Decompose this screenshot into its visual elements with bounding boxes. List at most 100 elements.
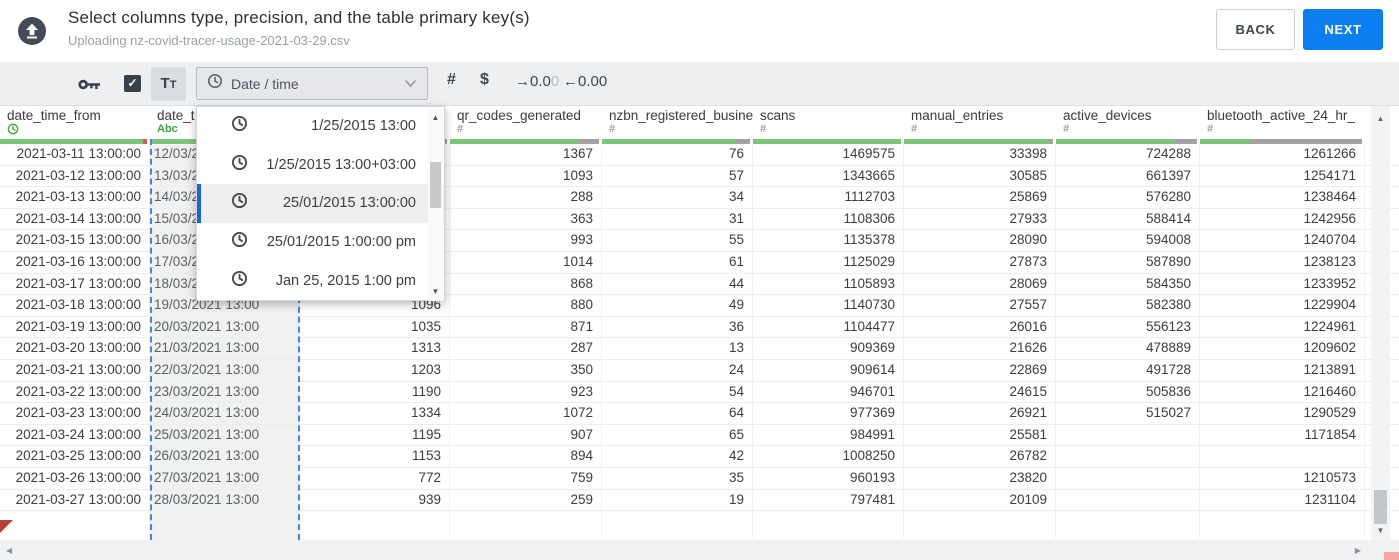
- table-cell: 24: [602, 359, 753, 381]
- table-cell: 25581: [904, 424, 1056, 446]
- table-cell: 2021-03-27 13:00:00: [0, 489, 150, 511]
- table-cell: 1238464: [1200, 187, 1365, 208]
- table-cell: 960193: [753, 467, 904, 489]
- table-row: 2021-03-25 13:00:00 26/03/2021 13:00 1153 8…: [0, 446, 1399, 468]
- table-cell: 1190: [300, 381, 450, 403]
- table-cell: 54: [602, 381, 753, 403]
- table-cell: 984991: [753, 424, 904, 446]
- boolean-type-checkbox[interactable]: ✓: [124, 75, 141, 92]
- table-cell: 923: [450, 381, 602, 403]
- table-cell: [1200, 446, 1365, 467]
- table-cell: 939: [300, 489, 450, 511]
- table-cell: 1140730: [753, 295, 904, 316]
- table-cell: 1108306: [753, 208, 904, 230]
- column-header-qr_codes_generated[interactable]: qr_codes_generated #: [450, 106, 602, 139]
- table-cell: 61: [602, 251, 753, 273]
- table-cell: 909369: [753, 338, 904, 359]
- table-cell: 2021-03-14 13:00:00: [0, 208, 150, 230]
- column-header-nzbn_registered_busine[interactable]: nzbn_registered_busine #: [602, 106, 753, 139]
- table-cell: 30585: [904, 165, 1056, 187]
- table-cell: 594008: [1056, 230, 1200, 251]
- text-type-button[interactable]: TT: [151, 67, 186, 101]
- table-cell: 1093: [450, 165, 602, 187]
- table-cell: [1056, 424, 1200, 446]
- table-cell: 34: [602, 187, 753, 208]
- table-cell: 1213891: [1200, 359, 1365, 381]
- column-header-manual_entries[interactable]: manual_entries #: [904, 106, 1056, 139]
- option-label: 1/25/2015 13:00: [311, 118, 416, 135]
- table-cell: 363: [450, 208, 602, 230]
- horizontal-scrollbar[interactable]: ◀ ▶: [0, 540, 1399, 560]
- datetime-format-option-selected[interactable]: 25/01/2015 13:00:00: [197, 184, 444, 223]
- upload-icon: [17, 16, 47, 46]
- decrease-decimals-label: 0.00: [578, 73, 608, 90]
- currency-type-button[interactable]: $: [480, 71, 489, 89]
- column-name: nzbn_registered_busine: [609, 108, 753, 123]
- empty-cell: [0, 511, 150, 539]
- scroll-right-icon[interactable]: ▶: [1355, 546, 1361, 555]
- table-cell: 49: [602, 295, 753, 316]
- table-cell: 1209602: [1200, 338, 1365, 359]
- empty-cell: [1056, 511, 1200, 539]
- table-cell: 350: [450, 359, 602, 381]
- primary-key-icon[interactable]: [78, 78, 100, 96]
- menu-scroll-up-icon[interactable]: ▲: [428, 113, 443, 122]
- vertical-scrollbar-thumb[interactable]: [1374, 490, 1387, 524]
- table-cell: 21626: [904, 338, 1056, 359]
- corner-marker: [0, 520, 13, 533]
- scroll-left-icon[interactable]: ◀: [6, 546, 12, 555]
- clock-icon: [231, 270, 248, 292]
- table-cell: 26016: [904, 316, 1056, 338]
- datetime-format-option[interactable]: 1/25/2015 13:00+03:00: [197, 146, 444, 185]
- table-cell: 2021-03-15 13:00:00: [0, 230, 150, 251]
- table-cell: 25869: [904, 187, 1056, 208]
- table-row: 2021-03-21 13:00:00 22/03/2021 13:00 1203 3…: [0, 359, 1399, 382]
- table-cell: 1104477: [753, 316, 904, 338]
- table-row: 2021-03-19 13:00:00 20/03/2021 13:00 1035 8…: [0, 316, 1399, 339]
- table-cell: 22869: [904, 359, 1056, 381]
- table-cell: 28069: [904, 273, 1056, 295]
- table-cell: 24615: [904, 381, 1056, 403]
- datetime-format-option[interactable]: 1/25/2015 13:00: [197, 107, 444, 146]
- column-header-scans[interactable]: scans #: [753, 106, 904, 139]
- table-cell: 1313: [300, 338, 450, 359]
- datetime-format-select[interactable]: Date / time: [196, 67, 428, 100]
- menu-scroll-down-icon[interactable]: ▼: [428, 287, 443, 296]
- scroll-up-icon[interactable]: ▲: [1371, 114, 1390, 123]
- column-name: qr_codes_generated: [457, 108, 581, 123]
- selected-option-accent-bar: [197, 184, 201, 223]
- menu-scrollbar-thumb[interactable]: [430, 162, 441, 208]
- table-cell: 64: [602, 403, 753, 424]
- column-type-label: #: [1063, 123, 1070, 135]
- datetime-select-value: Date / time: [231, 75, 299, 92]
- increase-decimals-button[interactable]: →0.00: [515, 73, 559, 90]
- table-cell: 1112703: [753, 187, 904, 208]
- clock-icon: [231, 231, 248, 253]
- scroll-down-icon[interactable]: ▼: [1371, 526, 1390, 535]
- back-button[interactable]: BACK: [1216, 9, 1295, 50]
- menu-scrollbar[interactable]: ▲ ▼: [428, 108, 443, 301]
- column-header-date_time_from[interactable]: date_time_from: [0, 106, 150, 139]
- datetime-format-option[interactable]: Jan 25, 2015 1:00 pm: [197, 261, 444, 300]
- column-header-active_devices[interactable]: active_devices #: [1056, 106, 1200, 139]
- table-cell: 35: [602, 467, 753, 489]
- data-preview-table: date_time_from date_t Abc qr_codes_generate…: [0, 106, 1399, 560]
- next-button[interactable]: NEXT: [1303, 9, 1383, 50]
- number-type-button[interactable]: #: [447, 71, 456, 89]
- table-cell: 478889: [1056, 338, 1200, 359]
- table-cell: 20109: [904, 489, 1056, 511]
- table-cell: 1254171: [1200, 165, 1365, 187]
- table-cell: 2021-03-19 13:00:00: [0, 316, 150, 338]
- vertical-scrollbar[interactable]: ▲ ▼: [1371, 106, 1390, 540]
- table-cell: 13: [602, 338, 753, 359]
- decrease-decimals-button[interactable]: ←0.00: [563, 73, 607, 90]
- empty-cell: [753, 511, 904, 539]
- table-cell: 26/03/2021 13:00: [150, 446, 300, 467]
- table-cell: 1210573: [1200, 467, 1365, 489]
- empty-cell: [300, 511, 450, 539]
- column-header-bluetooth_active_24_hr_[interactable]: bluetooth_active_24_hr_ #: [1200, 106, 1365, 139]
- column-name: date_time_from: [7, 108, 101, 123]
- datetime-format-option[interactable]: 25/01/2015 1:00:00 pm: [197, 223, 444, 262]
- table-cell: 587890: [1056, 251, 1200, 273]
- increase-decimals-label-muted: 0: [550, 73, 560, 90]
